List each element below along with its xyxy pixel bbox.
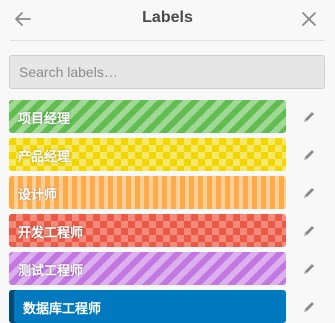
edit-label-button[interactable]: [300, 184, 318, 202]
popover-header: Labels: [0, 0, 335, 40]
pencil-icon: [304, 302, 314, 312]
labels-popover: Labels 项目经理 产品经理 设计师 开发: [0, 0, 335, 323]
edit-label-button[interactable]: [300, 260, 318, 278]
header-divider: [10, 40, 325, 41]
label-name: 项目经理: [18, 112, 71, 127]
pencil-icon: [304, 226, 314, 236]
close-icon: [302, 12, 316, 26]
label-item[interactable]: 测试工程师: [9, 252, 286, 285]
edit-label-button[interactable]: [300, 298, 318, 316]
pencil-icon: [304, 264, 314, 274]
edit-label-button[interactable]: [300, 108, 318, 126]
popover-title: Labels: [142, 9, 193, 26]
pencil-icon: [304, 188, 314, 198]
label-name: 测试工程师: [18, 264, 84, 279]
label-item[interactable]: 设计师: [9, 176, 286, 209]
pencil-icon: [304, 112, 314, 122]
label-name: 产品经理: [18, 150, 71, 165]
label-item[interactable]: 产品经理: [9, 138, 286, 171]
close-button[interactable]: [299, 9, 319, 29]
label-item[interactable]: 开发工程师: [9, 214, 286, 247]
label-item[interactable]: 项目经理: [9, 100, 286, 133]
edit-label-button[interactable]: [300, 146, 318, 164]
edit-label-button[interactable]: [300, 222, 318, 240]
search-labels-input[interactable]: [9, 55, 325, 89]
pencil-icon: [304, 150, 314, 160]
label-name: 数据库工程师: [23, 302, 102, 317]
label-item-selected[interactable]: 数据库工程师: [9, 290, 286, 323]
label-name: 设计师: [18, 188, 58, 203]
label-name: 开发工程师: [18, 226, 84, 241]
